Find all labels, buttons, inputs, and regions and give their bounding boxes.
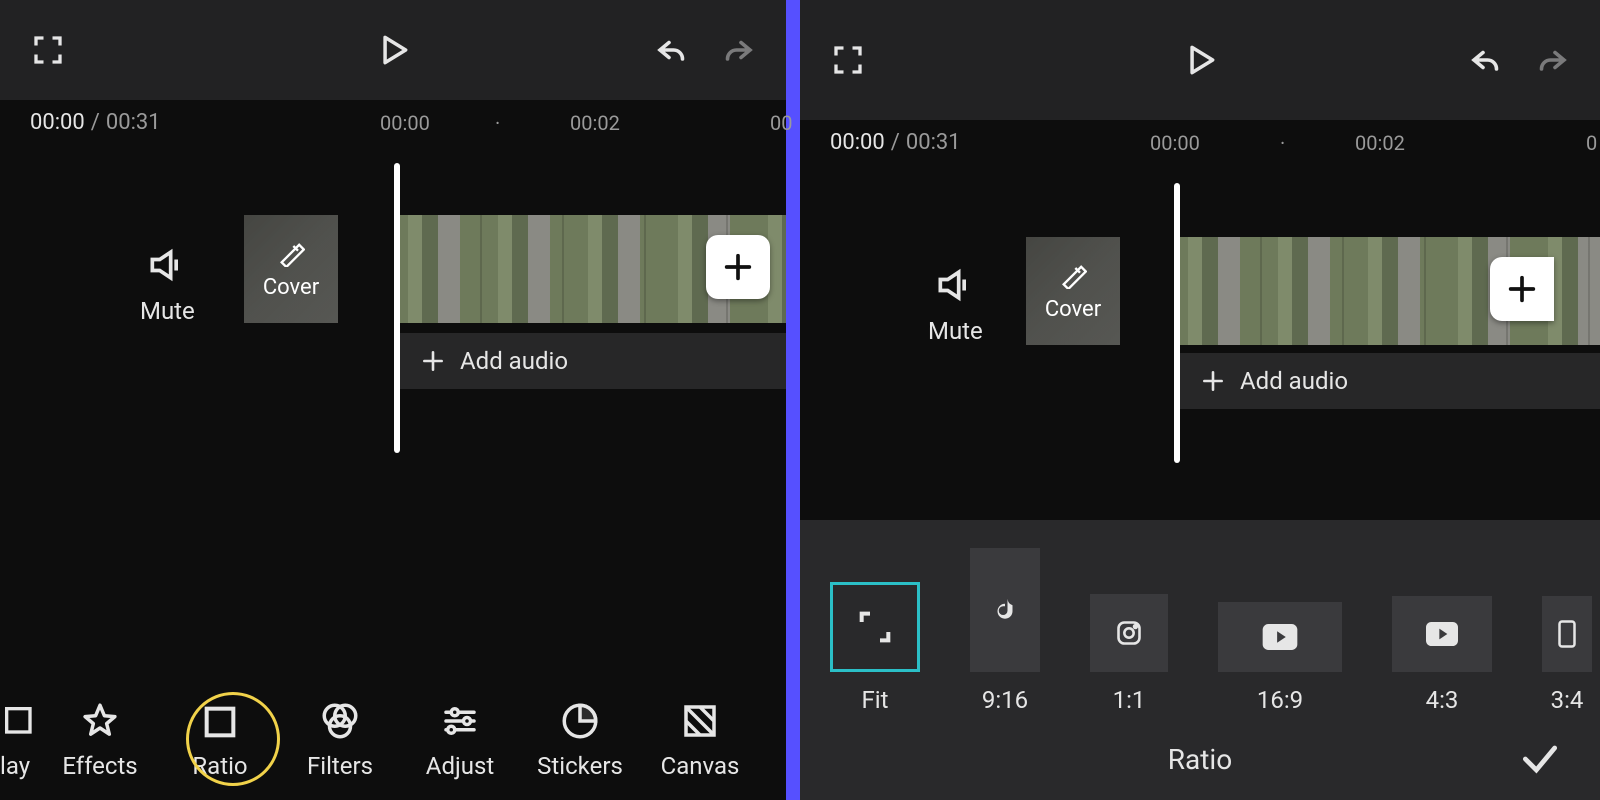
- ruler-tick: 00:02: [1355, 131, 1405, 155]
- fullscreen-icon[interactable]: [30, 32, 66, 68]
- ratio-label: 4:3: [1426, 686, 1459, 714]
- redo-icon[interactable]: [1534, 42, 1570, 78]
- youtube-icon: [1425, 622, 1459, 646]
- timeline[interactable]: Mute Cover Add audio: [0, 135, 786, 495]
- ratio-option-4-3[interactable]: 4:3: [1392, 596, 1492, 714]
- timecode-row: 00:00 / 00:31 00:00 · 00:02 00: [0, 100, 786, 135]
- time-separator: /: [91, 110, 100, 135]
- timecode-row: 00:00 / 00:31 00:00 · 00:02 0: [800, 120, 1600, 155]
- time-total: 00:31: [106, 110, 161, 135]
- ruler-tick: 0: [1586, 131, 1597, 155]
- add-audio-button[interactable]: Add audio: [400, 333, 786, 389]
- ratio-label: 16:9: [1257, 686, 1303, 714]
- ratio-option-fit[interactable]: Fit: [830, 582, 920, 714]
- ruler-tick: 00:00: [380, 111, 430, 135]
- topbar: [0, 0, 786, 100]
- play-icon[interactable]: [374, 31, 412, 69]
- ratio-option-1-1[interactable]: 1:1: [1090, 594, 1168, 714]
- tiktok-icon: [990, 595, 1020, 625]
- undo-icon[interactable]: [654, 32, 690, 68]
- youtube-icon: [1262, 624, 1298, 650]
- action-label: Canvas: [661, 752, 740, 780]
- action-filters[interactable]: Filters: [280, 700, 400, 780]
- editor-screen-left: 00:00 / 00:31 00:00 · 00:02 00 Mute Cove…: [0, 0, 786, 800]
- action-label: Stickers: [537, 752, 623, 780]
- ratio-label: Fit: [862, 686, 889, 714]
- fullscreen-icon[interactable]: [830, 42, 866, 78]
- ratio-list[interactable]: Fit 9:16 1:1: [800, 548, 1600, 714]
- add-clip-button[interactable]: [706, 235, 770, 299]
- ruler-tick: 00: [770, 111, 792, 135]
- editor-screen-right: 00:00 / 00:31 00:00 · 00:02 0 Mute Cover…: [800, 0, 1600, 800]
- cover-label: Cover: [263, 275, 319, 300]
- mute-button[interactable]: Mute: [140, 243, 195, 325]
- add-audio-label: Add audio: [1240, 367, 1348, 395]
- instagram-icon: [1115, 619, 1143, 647]
- mute-button[interactable]: Mute: [928, 263, 983, 345]
- time-separator: /: [891, 130, 900, 155]
- ruler-tick: ·: [1280, 131, 1285, 155]
- undo-icon[interactable]: [1468, 42, 1504, 78]
- ratio-title: Ratio: [1168, 743, 1232, 776]
- action-label: Filters: [307, 752, 373, 780]
- cover-button[interactable]: Cover: [1026, 237, 1120, 345]
- ratio-panel: Fit 9:16 1:1: [800, 520, 1600, 800]
- mute-label: Mute: [140, 297, 195, 325]
- action-label: Ratio: [192, 752, 247, 780]
- action-label: Effects: [62, 752, 137, 780]
- time-total: 00:31: [906, 130, 961, 155]
- topbar: [800, 0, 1600, 120]
- action-label: lay: [0, 752, 30, 780]
- ratio-label: 1:1: [1113, 686, 1146, 714]
- redo-icon[interactable]: [720, 32, 756, 68]
- action-stickers[interactable]: Stickers: [520, 700, 640, 780]
- action-overlay[interactable]: lay: [0, 702, 40, 780]
- ratio-label: 9:16: [982, 686, 1028, 714]
- ratio-label: 3:4: [1551, 686, 1584, 714]
- cover-label: Cover: [1045, 297, 1101, 322]
- mute-label: Mute: [928, 317, 983, 345]
- ruler-tick: ·: [495, 111, 500, 135]
- time-current: 00:00: [30, 110, 85, 135]
- add-clip-button[interactable]: [1490, 257, 1554, 321]
- action-canvas[interactable]: Canvas: [640, 700, 760, 780]
- time-current: 00:00: [830, 130, 885, 155]
- ratio-option-3-4[interactable]: 3:4: [1542, 596, 1592, 714]
- portrait-icon: [1557, 619, 1577, 649]
- add-audio-button[interactable]: Add audio: [1180, 353, 1600, 409]
- action-label: Adjust: [426, 752, 494, 780]
- ratio-footer: Ratio: [800, 732, 1600, 786]
- ruler-tick: 00:02: [570, 111, 620, 135]
- play-icon[interactable]: [1181, 41, 1219, 79]
- timeline[interactable]: Mute Cover Add audio: [800, 155, 1600, 505]
- ratio-option-9-16[interactable]: 9:16: [970, 548, 1040, 714]
- ratio-option-16-9[interactable]: 16:9: [1218, 602, 1342, 714]
- bottom-actions: lay Effects Ratio Filters Adjust: [0, 700, 786, 780]
- action-adjust[interactable]: Adjust: [400, 700, 520, 780]
- action-ratio[interactable]: Ratio: [160, 702, 280, 780]
- ruler-tick: 00:00: [1150, 131, 1200, 155]
- action-effects[interactable]: Effects: [40, 700, 160, 780]
- confirm-icon[interactable]: [1518, 737, 1562, 781]
- cover-button[interactable]: Cover: [244, 215, 338, 323]
- add-audio-label: Add audio: [460, 347, 568, 375]
